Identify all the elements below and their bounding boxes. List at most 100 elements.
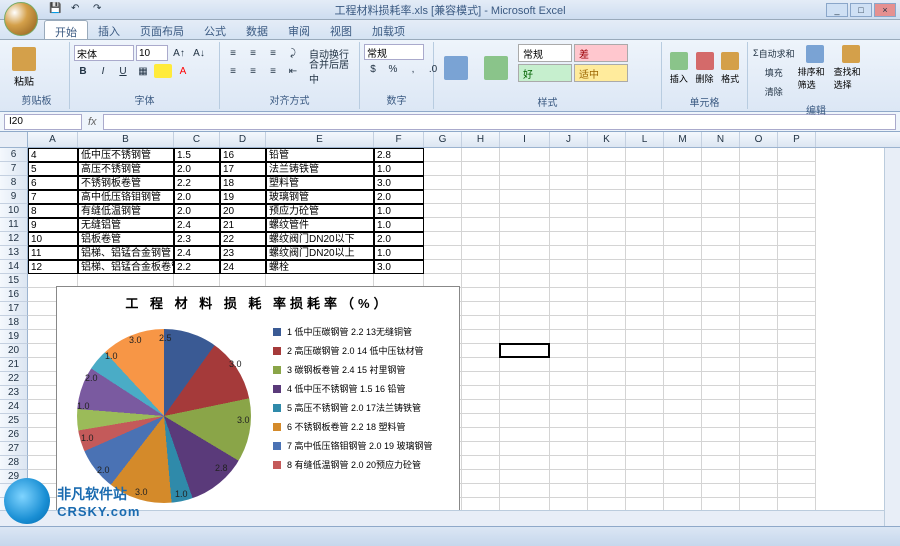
cell[interactable]: 预应力砼管 xyxy=(266,204,374,218)
cell[interactable]: 18 xyxy=(220,176,266,190)
cell[interactable] xyxy=(740,148,778,162)
cell[interactable]: 2.8 xyxy=(374,148,424,162)
cell[interactable] xyxy=(626,148,664,162)
cell[interactable] xyxy=(740,176,778,190)
cell[interactable] xyxy=(626,274,664,288)
cell[interactable] xyxy=(740,316,778,330)
col-header-I[interactable]: I xyxy=(500,132,550,147)
cell[interactable] xyxy=(778,204,816,218)
cell[interactable] xyxy=(664,176,702,190)
cell[interactable] xyxy=(626,400,664,414)
cell[interactable]: 9 xyxy=(28,218,78,232)
cell[interactable] xyxy=(462,246,500,260)
cell[interactable] xyxy=(740,358,778,372)
cell[interactable] xyxy=(740,442,778,456)
cell[interactable] xyxy=(740,302,778,316)
cell[interactable] xyxy=(740,344,778,358)
cell[interactable] xyxy=(664,470,702,484)
cell[interactable]: 法兰铸铁管 xyxy=(266,162,374,176)
cell[interactable] xyxy=(740,428,778,442)
cell[interactable] xyxy=(664,372,702,386)
cell[interactable] xyxy=(702,400,740,414)
cell[interactable] xyxy=(424,176,462,190)
cell[interactable] xyxy=(740,330,778,344)
cell[interactable] xyxy=(778,218,816,232)
cell[interactable] xyxy=(778,484,816,498)
cell[interactable]: 2.0 xyxy=(374,232,424,246)
cell[interactable] xyxy=(702,456,740,470)
cell[interactable]: 不锈钢板卷管 xyxy=(78,176,174,190)
cell[interactable] xyxy=(462,484,500,498)
cell[interactable] xyxy=(500,470,550,484)
clear-button[interactable]: 清除 xyxy=(752,82,796,100)
sort-filter-button[interactable]: 排序和筛选 xyxy=(798,44,832,92)
cell[interactable] xyxy=(462,148,500,162)
cell[interactable] xyxy=(778,246,816,260)
cell[interactable]: 1.5 xyxy=(174,148,220,162)
cell[interactable] xyxy=(500,246,550,260)
cell[interactable] xyxy=(740,274,778,288)
cell[interactable] xyxy=(588,344,626,358)
cell[interactable] xyxy=(462,400,500,414)
cell[interactable] xyxy=(778,428,816,442)
cell[interactable] xyxy=(588,190,626,204)
col-header-N[interactable]: N xyxy=(702,132,740,147)
cell[interactable] xyxy=(740,232,778,246)
number-format-select[interactable] xyxy=(364,44,424,60)
cell[interactable]: 2.2 xyxy=(174,176,220,190)
cell[interactable] xyxy=(462,316,500,330)
cell[interactable] xyxy=(702,148,740,162)
cell[interactable] xyxy=(462,218,500,232)
cell[interactable] xyxy=(588,456,626,470)
close-button[interactable]: × xyxy=(874,3,896,17)
cell[interactable] xyxy=(740,204,778,218)
paste-button[interactable]: 粘贴 xyxy=(8,44,40,90)
cell[interactable]: 铝梯、铝锰合金板卷管 xyxy=(78,260,174,274)
cell[interactable] xyxy=(550,204,588,218)
cell[interactable] xyxy=(702,386,740,400)
insert-cell-button[interactable]: 插入 xyxy=(666,44,692,92)
row-header[interactable]: 8 xyxy=(0,176,28,190)
cell[interactable] xyxy=(778,288,816,302)
cell[interactable] xyxy=(626,204,664,218)
align-right-icon[interactable]: ≡ xyxy=(264,62,282,80)
cell[interactable] xyxy=(664,484,702,498)
col-header-F[interactable]: F xyxy=(374,132,424,147)
cell[interactable] xyxy=(702,316,740,330)
cell[interactable]: 17 xyxy=(220,162,266,176)
shrink-font-icon[interactable]: A↓ xyxy=(190,44,208,62)
cell[interactable]: 螺纹阀门DN20以下 xyxy=(266,232,374,246)
cell[interactable]: 铝梯、铝锰合金钢管 xyxy=(78,246,174,260)
cell[interactable]: 23 xyxy=(220,246,266,260)
cell[interactable] xyxy=(626,456,664,470)
cell[interactable] xyxy=(778,372,816,386)
cell[interactable] xyxy=(778,302,816,316)
tab-data[interactable]: 数据 xyxy=(236,20,278,39)
cell[interactable]: 玻璃钢管 xyxy=(266,190,374,204)
office-button[interactable] xyxy=(4,2,38,36)
cell[interactable] xyxy=(702,372,740,386)
cell[interactable] xyxy=(588,246,626,260)
col-header-G[interactable]: G xyxy=(424,132,462,147)
row-header[interactable]: 17 xyxy=(0,302,28,316)
cell[interactable]: 高中低压铬钼钢管 xyxy=(78,190,174,204)
cell[interactable] xyxy=(588,274,626,288)
cell[interactable] xyxy=(550,414,588,428)
tab-addins[interactable]: 加载项 xyxy=(362,20,415,39)
col-header-D[interactable]: D xyxy=(220,132,266,147)
underline-button[interactable]: U xyxy=(114,62,132,80)
cell[interactable] xyxy=(778,176,816,190)
cell[interactable] xyxy=(664,442,702,456)
cell[interactable] xyxy=(588,414,626,428)
row-header[interactable]: 28 xyxy=(0,456,28,470)
cell[interactable] xyxy=(424,232,462,246)
cell[interactable] xyxy=(500,232,550,246)
cell[interactable] xyxy=(626,260,664,274)
row-header[interactable]: 10 xyxy=(0,204,28,218)
cell[interactable] xyxy=(500,330,550,344)
cell[interactable] xyxy=(778,274,816,288)
row-header[interactable]: 19 xyxy=(0,330,28,344)
cell[interactable] xyxy=(740,456,778,470)
cell[interactable]: 有缝低温钢管 xyxy=(78,204,174,218)
cell[interactable] xyxy=(664,204,702,218)
